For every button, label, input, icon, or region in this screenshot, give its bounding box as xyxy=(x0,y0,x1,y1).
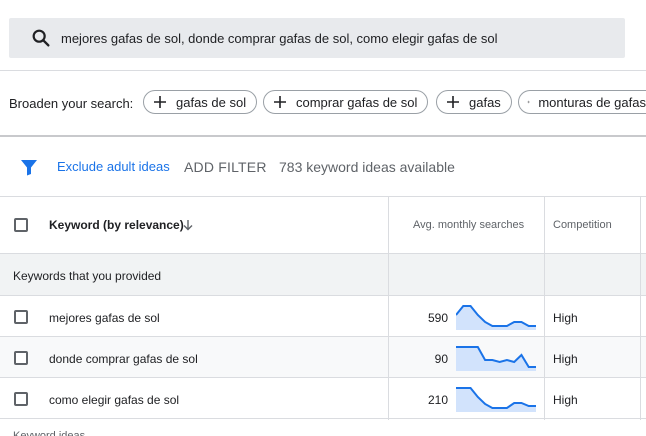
trend-sparkline xyxy=(456,387,536,412)
next-group-row xyxy=(0,420,646,436)
plus-icon xyxy=(527,100,530,104)
keyword-column-header[interactable]: Keyword (by relevance) xyxy=(49,218,184,232)
search-icon[interactable] xyxy=(30,27,52,49)
broaden-label: Broaden your search: xyxy=(9,96,134,111)
broaden-chip-comprar-gafas-de-sol[interactable]: comprar gafas de sol xyxy=(263,90,429,114)
plus-icon xyxy=(274,96,286,108)
avg-searches-cell: 590 xyxy=(427,311,448,325)
broaden-chip-gafas-de-sol[interactable]: gafas de sol xyxy=(143,90,258,114)
competition-cell: High xyxy=(553,393,578,407)
column-divider xyxy=(544,196,545,420)
competition-cell: High xyxy=(553,311,578,325)
group-label: Keywords that you provided xyxy=(13,269,162,283)
row-checkbox[interactable] xyxy=(14,310,28,324)
filter-icon[interactable] xyxy=(20,158,38,176)
keyword-cell: mejores gafas de sol xyxy=(49,311,160,325)
keyword-cell: donde comprar gafas de sol xyxy=(49,352,198,366)
search-query-text[interactable]: mejores gafas de sol, donde comprar gafa… xyxy=(61,31,497,46)
add-filter-button[interactable]: ADD FILTER xyxy=(184,159,267,175)
row-checkbox[interactable] xyxy=(14,351,28,365)
competition-header[interactable]: Competition xyxy=(553,219,612,231)
keyword-ideas-count: 783 keyword ideas available xyxy=(279,159,455,175)
avg-monthly-searches-header[interactable]: Avg. monthly searches xyxy=(413,219,524,231)
keyword-cell: como elegir gafas de sol xyxy=(49,393,180,407)
plus-icon xyxy=(154,96,166,108)
broaden-chip-monturas-de-gafas[interactable]: monturas de gafas xyxy=(518,90,646,114)
column-divider xyxy=(640,196,641,420)
exclude-adult-ideas-link[interactable]: Exclude adult ideas xyxy=(57,159,170,174)
broaden-chip-gafas[interactable]: gafas xyxy=(436,90,512,114)
next-group-label: Keyword ideas xyxy=(13,430,86,436)
chip-label: comprar gafas de sol xyxy=(296,94,418,110)
trend-sparkline xyxy=(456,305,536,330)
select-all-checkbox[interactable] xyxy=(14,218,28,232)
row-checkbox[interactable] xyxy=(14,392,28,406)
avg-searches-cell: 210 xyxy=(427,393,448,407)
arrow-down-icon[interactable] xyxy=(182,219,194,231)
avg-searches-cell: 90 xyxy=(434,352,448,366)
plus-icon xyxy=(447,96,459,108)
column-divider xyxy=(388,196,389,420)
trend-sparkline xyxy=(456,346,536,371)
chip-label: monturas de gafas xyxy=(538,94,646,110)
chip-label: gafas de sol xyxy=(176,94,247,110)
competition-cell: High xyxy=(553,352,578,366)
chip-label: gafas xyxy=(469,94,501,110)
